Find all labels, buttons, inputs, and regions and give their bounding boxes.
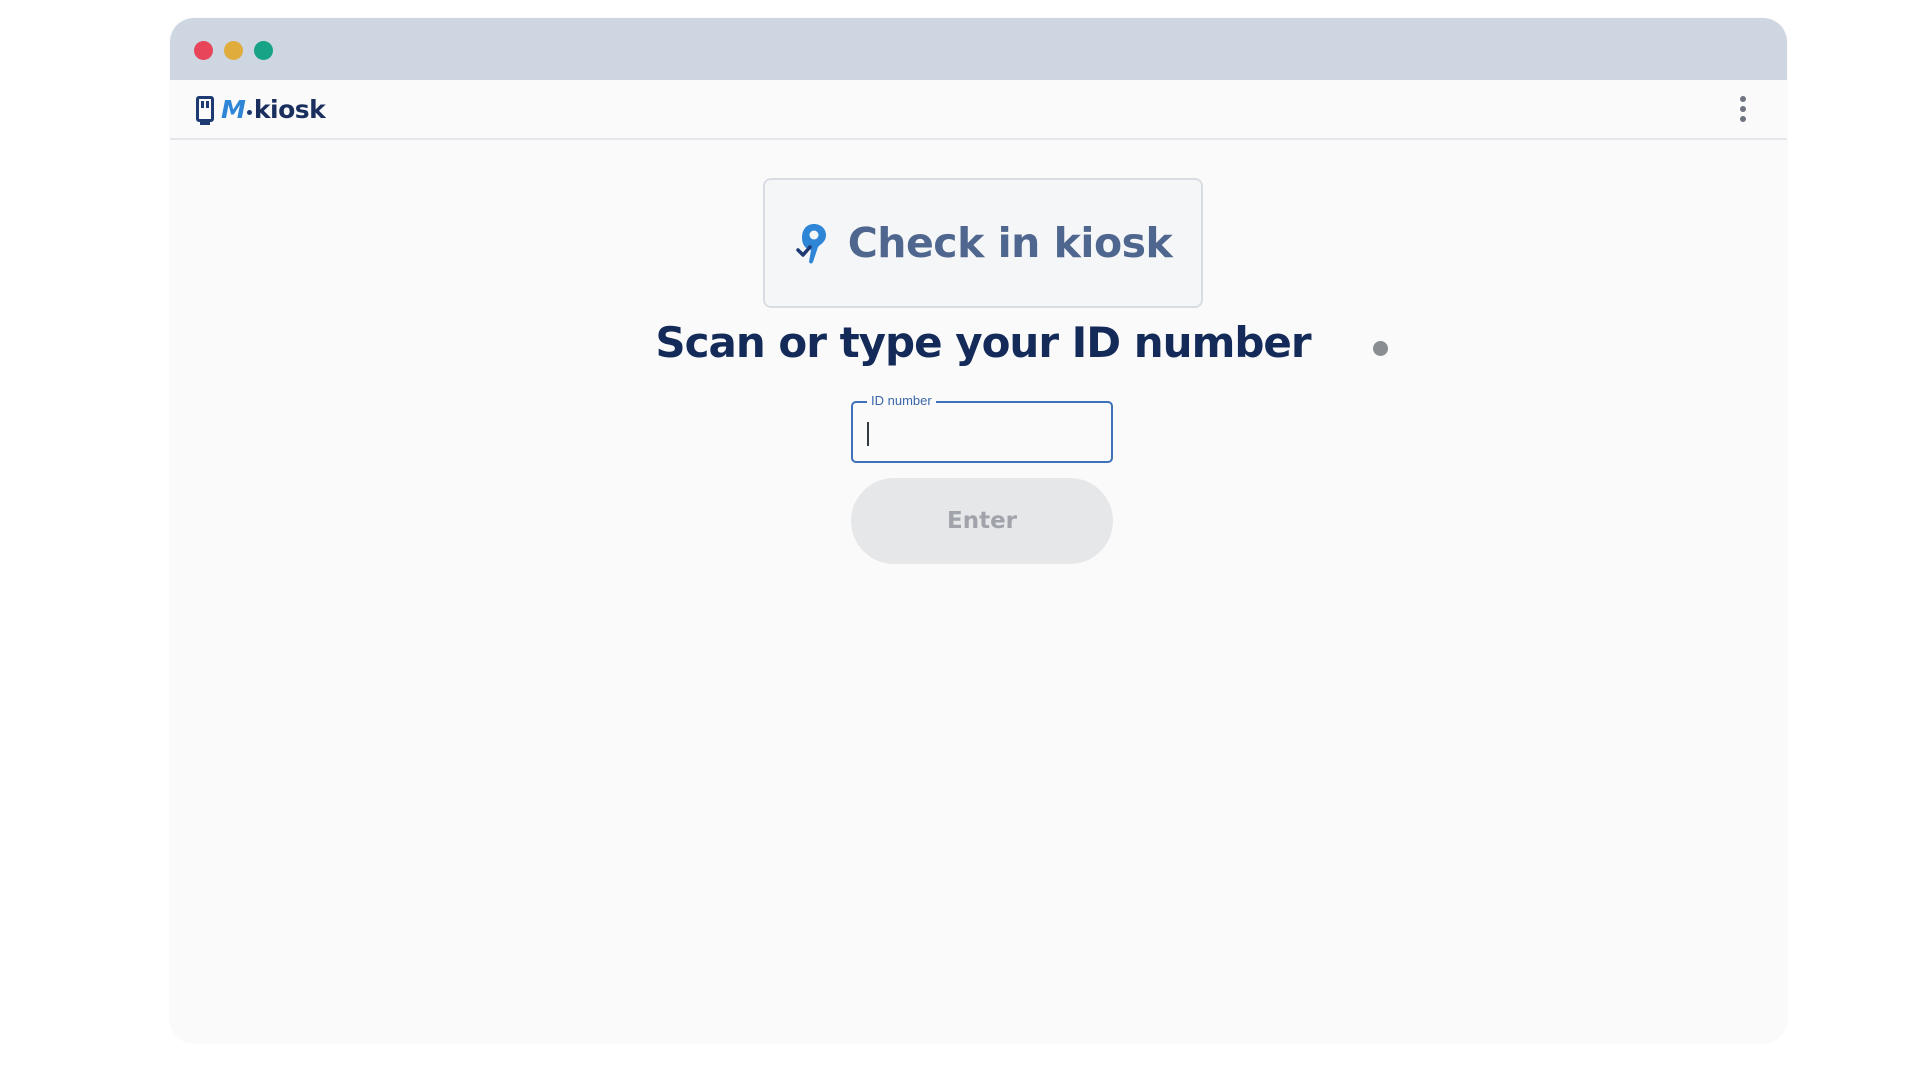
enter-button[interactable]: Enter: [851, 478, 1113, 564]
check-in-card: Check in kiosk: [763, 178, 1203, 308]
id-number-field[interactable]: ID number: [851, 393, 1113, 463]
card-title: Check in kiosk: [847, 219, 1173, 267]
maximize-window-button[interactable]: [254, 41, 273, 60]
logo-dot: [246, 109, 252, 115]
text-caret: [867, 422, 869, 446]
logo-m-mark: M: [221, 94, 246, 124]
app-logo[interactable]: M kiosk: [196, 92, 326, 126]
page-title: Scan or type your ID number: [655, 318, 1311, 367]
check-in-hand-icon: [795, 224, 826, 264]
kebab-dot: [1740, 116, 1746, 122]
app-header: M kiosk: [170, 80, 1787, 140]
window-titlebar: [170, 18, 1787, 80]
mouse-pointer-dot: [1373, 341, 1388, 356]
more-vertical-icon[interactable]: [1733, 92, 1753, 126]
kebab-dot: [1740, 106, 1746, 112]
minimize-window-button[interactable]: [224, 41, 243, 60]
kiosk-device-icon: [196, 96, 214, 125]
logo-text: kiosk: [253, 94, 326, 124]
browser-window: M kiosk Check in kiosk Scan or type your…: [170, 18, 1787, 1043]
id-number-label: ID number: [867, 393, 936, 409]
kebab-dot: [1740, 96, 1746, 102]
id-number-input[interactable]: [865, 413, 1101, 453]
close-window-button[interactable]: [194, 41, 213, 60]
